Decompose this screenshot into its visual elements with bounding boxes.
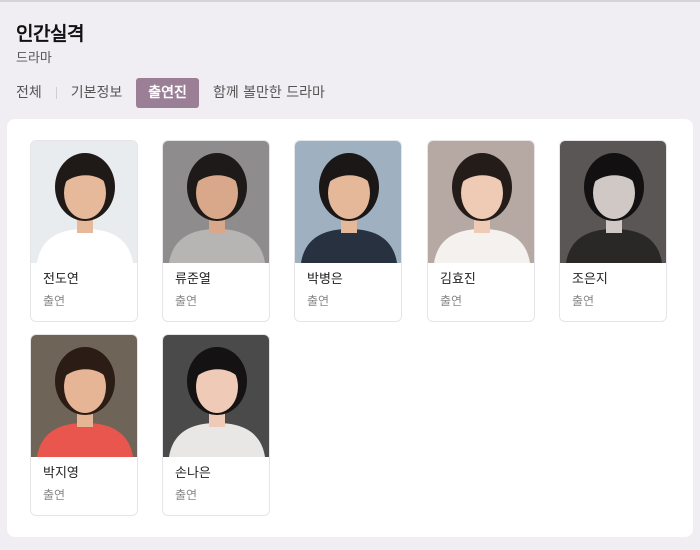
cast-panel: 전도연 출연 류준열 출연 박병은 출연 김효진 출연 조은지 출연 박지영 출… xyxy=(7,119,693,537)
tab-separator xyxy=(55,87,57,99)
page-title: 인간실격 xyxy=(16,23,84,45)
cast-card[interactable]: 박지영 출연 xyxy=(30,334,138,516)
cast-role: 출연 xyxy=(175,488,198,502)
tab-bar: 전체 기본정보 출연진 함께 볼만한 드라마 xyxy=(16,78,325,108)
cast-role: 출연 xyxy=(43,294,66,308)
tab-basic-info[interactable]: 기본정보 xyxy=(71,78,123,108)
tab-all[interactable]: 전체 xyxy=(16,78,42,108)
actress-portrait-icon xyxy=(560,141,666,263)
cast-card[interactable]: 김효진 출연 xyxy=(427,140,535,322)
cast-role: 출연 xyxy=(307,294,330,308)
actress-portrait-icon xyxy=(31,141,137,263)
cast-role: 출연 xyxy=(43,488,66,502)
cast-name: 손나은 xyxy=(175,466,211,481)
cast-name: 박병은 xyxy=(307,272,343,287)
cast-card[interactable]: 조은지 출연 xyxy=(559,140,667,322)
cast-name: 류준열 xyxy=(175,272,211,287)
cast-role: 출연 xyxy=(175,294,198,308)
cast-role: 출연 xyxy=(440,294,463,308)
actress-portrait-icon xyxy=(163,335,269,457)
actress-portrait-icon xyxy=(428,141,534,263)
top-divider xyxy=(0,0,700,2)
cast-card[interactable]: 박병은 출연 xyxy=(294,140,402,322)
cast-name: 전도연 xyxy=(43,272,79,287)
actor-portrait-icon xyxy=(295,141,401,263)
tab-related-dramas[interactable]: 함께 볼만한 드라마 xyxy=(213,78,325,108)
genre-label: 드라마 xyxy=(16,51,52,66)
cast-card[interactable]: 류준열 출연 xyxy=(162,140,270,322)
tab-cast[interactable]: 출연진 xyxy=(136,78,199,108)
cast-name: 박지영 xyxy=(43,466,79,481)
cast-role: 출연 xyxy=(572,294,595,308)
cast-card[interactable]: 전도연 출연 xyxy=(30,140,138,322)
cast-card[interactable]: 손나은 출연 xyxy=(162,334,270,516)
cast-name: 조은지 xyxy=(572,272,608,287)
actress-portrait-icon xyxy=(31,335,137,457)
actor-portrait-icon xyxy=(163,141,269,263)
page-header: 인간실격 드라마 xyxy=(16,22,686,68)
cast-name: 김효진 xyxy=(440,272,476,287)
